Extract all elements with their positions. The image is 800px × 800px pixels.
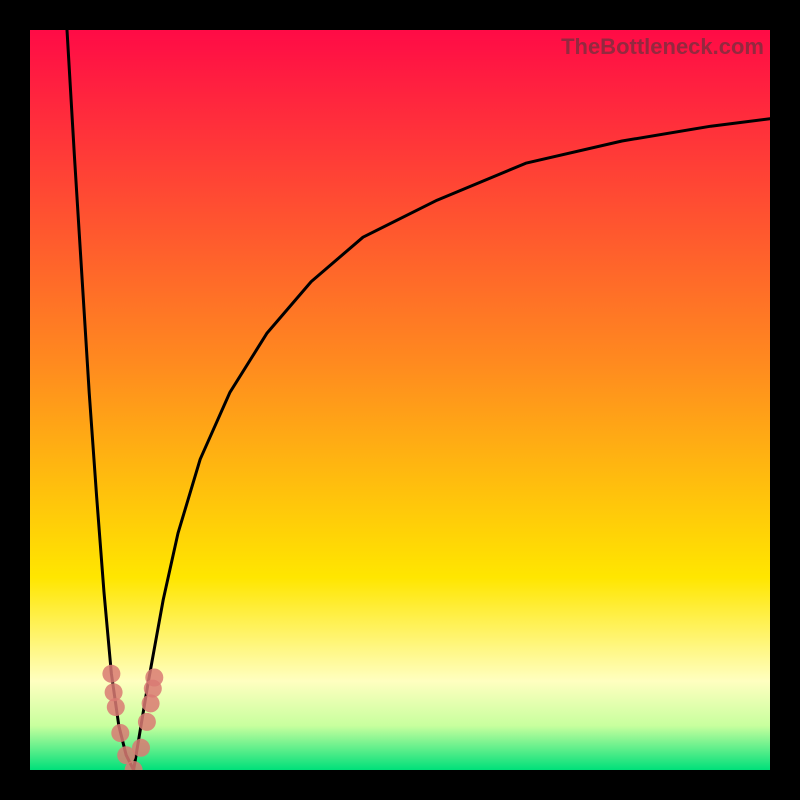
curve-right-branch (134, 119, 770, 770)
data-dot (132, 739, 150, 757)
data-dot (138, 713, 156, 731)
chart-frame: TheBottleneck.com (0, 0, 800, 800)
plot-area: TheBottleneck.com (30, 30, 770, 770)
data-dot (107, 698, 125, 716)
curve-layer (30, 30, 770, 770)
curve-left-branch (67, 30, 134, 770)
data-dot (102, 665, 120, 683)
data-dot (145, 669, 163, 687)
data-dot (111, 724, 129, 742)
